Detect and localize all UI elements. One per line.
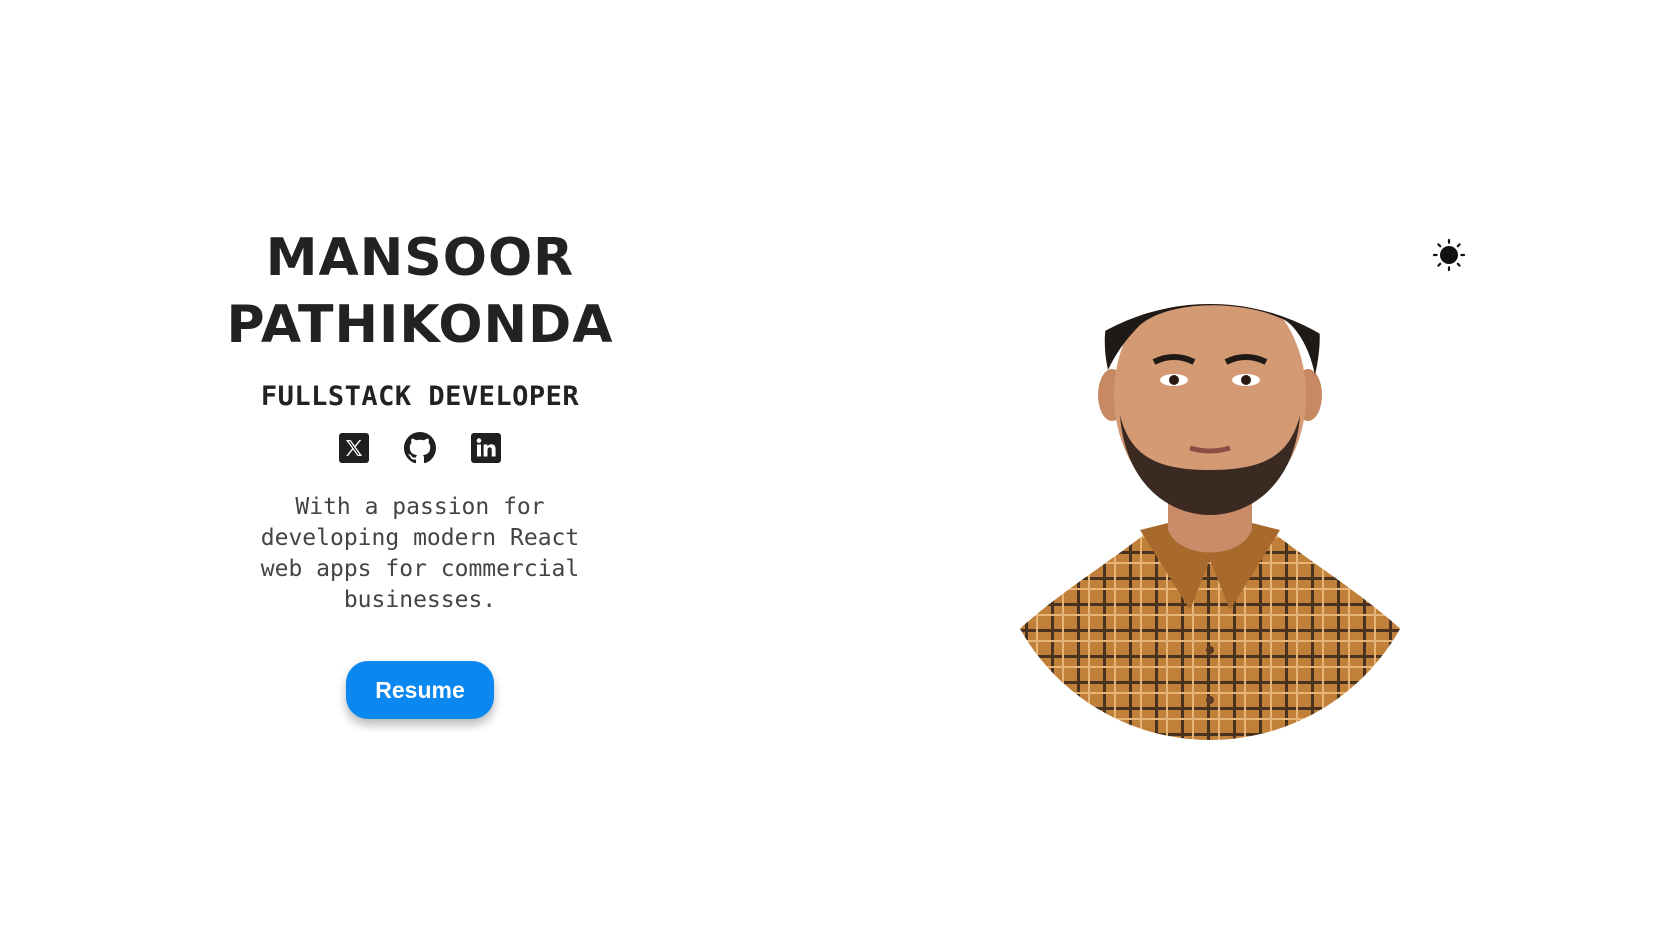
page-title: MANSOOR PATHIKONDA	[227, 225, 614, 359]
x-twitter-icon	[339, 433, 369, 463]
x-twitter-link[interactable]	[338, 432, 370, 464]
tagline: With a passion for developing modern Rea…	[260, 494, 580, 613]
linkedin-icon	[471, 433, 501, 463]
name-first: MANSOOR	[265, 228, 575, 288]
job-title: FULLSTACK DEVELOPER	[260, 381, 580, 412]
social-links	[338, 432, 502, 464]
github-link[interactable]	[404, 432, 436, 464]
github-icon	[404, 432, 436, 464]
theme-toggle[interactable]	[1432, 238, 1466, 272]
linkedin-link[interactable]	[470, 432, 502, 464]
sun-icon	[1432, 238, 1466, 272]
resume-button[interactable]: Resume	[346, 661, 494, 719]
name-last: PATHIKONDA	[226, 295, 614, 355]
hero-intro: MANSOOR PATHIKONDA FULLSTACK DEVELOPER W…	[200, 225, 640, 719]
profile-photo	[992, 304, 1428, 740]
